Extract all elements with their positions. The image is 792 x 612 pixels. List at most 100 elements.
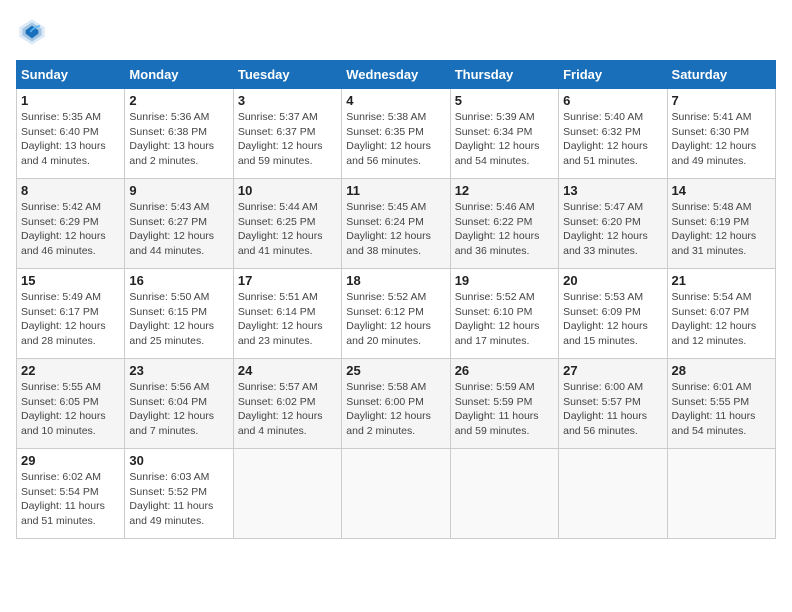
day-number: 14 <box>672 183 771 198</box>
day-info: Sunrise: 5:55 AM Sunset: 6:05 PM Dayligh… <box>21 380 120 439</box>
day-number: 5 <box>455 93 554 108</box>
day-number: 22 <box>21 363 120 378</box>
calendar-cell: 15 Sunrise: 5:49 AM Sunset: 6:17 PM Dayli… <box>17 269 125 359</box>
calendar-cell: 24Sunrise: 5:57 AM Sunset: 6:02 PM Dayli… <box>233 359 341 449</box>
calendar-cell: 10Sunrise: 5:44 AM Sunset: 6:25 PM Dayli… <box>233 179 341 269</box>
day-info: Sunrise: 5:58 AM Sunset: 6:00 PM Dayligh… <box>346 380 445 439</box>
calendar-cell: 27 Sunrise: 6:00 AM Sunset: 5:57 PM Dayli… <box>559 359 667 449</box>
dow-header-wednesday: Wednesday <box>342 61 450 89</box>
logo-icon <box>16 16 48 48</box>
calendar-cell: 23 Sunrise: 5:56 AM Sunset: 6:04 PM Dayli… <box>125 359 233 449</box>
day-info: Sunrise: 5:35 AM Sunset: 6:40 PM Dayligh… <box>21 110 120 169</box>
week-row-1: 1 Sunrise: 5:35 AM Sunset: 6:40 PM Daylig… <box>17 89 776 179</box>
day-info: Sunrise: 5:46 AM Sunset: 6:22 PM Dayligh… <box>455 200 554 259</box>
day-number: 2 <box>129 93 228 108</box>
calendar-cell <box>559 449 667 539</box>
calendar-cell: 26 Sunrise: 5:59 AM Sunset: 5:59 PM Dayli… <box>450 359 558 449</box>
calendar-table: SundayMondayTuesdayWednesdayThursdayFrid… <box>16 60 776 539</box>
calendar-cell: 25 Sunrise: 5:58 AM Sunset: 6:00 PM Dayli… <box>342 359 450 449</box>
day-info: Sunrise: 5:56 AM Sunset: 6:04 PM Dayligh… <box>129 380 228 439</box>
week-row-5: 29 Sunrise: 6:02 AM Sunset: 5:54 PM Dayli… <box>17 449 776 539</box>
calendar-cell: 4 Sunrise: 5:38 AM Sunset: 6:35 PM Daylig… <box>342 89 450 179</box>
day-number: 27 <box>563 363 662 378</box>
calendar-cell: 14 Sunrise: 5:48 AM Sunset: 6:19 PM Dayli… <box>667 179 775 269</box>
day-number: 3 <box>238 93 337 108</box>
day-number: 8 <box>21 183 120 198</box>
day-info: Sunrise: 6:02 AM Sunset: 5:54 PM Dayligh… <box>21 470 120 529</box>
calendar-cell: 29 Sunrise: 6:02 AM Sunset: 5:54 PM Dayli… <box>17 449 125 539</box>
calendar-cell: 18 Sunrise: 5:52 AM Sunset: 6:12 PM Dayli… <box>342 269 450 359</box>
day-info: Sunrise: 5:43 AM Sunset: 6:27 PM Dayligh… <box>129 200 228 259</box>
day-number: 20 <box>563 273 662 288</box>
day-info: Sunrise: 5:54 AM Sunset: 6:07 PM Dayligh… <box>672 290 771 349</box>
calendar-cell <box>450 449 558 539</box>
day-number: 16 <box>129 273 228 288</box>
day-number: 19 <box>455 273 554 288</box>
day-number: 15 <box>21 273 120 288</box>
day-number: 4 <box>346 93 445 108</box>
dow-header-thursday: Thursday <box>450 61 558 89</box>
day-number: 9 <box>129 183 228 198</box>
calendar-cell: 8 Sunrise: 5:42 AM Sunset: 6:29 PM Daylig… <box>17 179 125 269</box>
page-header <box>16 16 776 48</box>
calendar-cell: 7 Sunrise: 5:41 AM Sunset: 6:30 PM Daylig… <box>667 89 775 179</box>
day-info: Sunrise: 5:49 AM Sunset: 6:17 PM Dayligh… <box>21 290 120 349</box>
calendar-cell <box>342 449 450 539</box>
day-number: 29 <box>21 453 120 468</box>
day-number: 25 <box>346 363 445 378</box>
day-info: Sunrise: 5:50 AM Sunset: 6:15 PM Dayligh… <box>129 290 228 349</box>
calendar-cell: 6 Sunrise: 5:40 AM Sunset: 6:32 PM Daylig… <box>559 89 667 179</box>
calendar-cell: 21 Sunrise: 5:54 AM Sunset: 6:07 PM Dayli… <box>667 269 775 359</box>
calendar-cell: 3 Sunrise: 5:37 AM Sunset: 6:37 PM Daylig… <box>233 89 341 179</box>
day-info: Sunrise: 6:00 AM Sunset: 5:57 PM Dayligh… <box>563 380 662 439</box>
calendar-cell: 1 Sunrise: 5:35 AM Sunset: 6:40 PM Daylig… <box>17 89 125 179</box>
calendar-cell: 9 Sunrise: 5:43 AM Sunset: 6:27 PM Daylig… <box>125 179 233 269</box>
day-number: 6 <box>563 93 662 108</box>
calendar-cell: 28 Sunrise: 6:01 AM Sunset: 5:55 PM Dayli… <box>667 359 775 449</box>
dow-header-tuesday: Tuesday <box>233 61 341 89</box>
day-number: 11 <box>346 183 445 198</box>
day-number: 12 <box>455 183 554 198</box>
calendar-cell: 19 Sunrise: 5:52 AM Sunset: 6:10 PM Dayli… <box>450 269 558 359</box>
day-info: Sunrise: 5:37 AM Sunset: 6:37 PM Dayligh… <box>238 110 337 169</box>
day-info: Sunrise: 5:42 AM Sunset: 6:29 PM Dayligh… <box>21 200 120 259</box>
week-row-3: 15 Sunrise: 5:49 AM Sunset: 6:17 PM Dayli… <box>17 269 776 359</box>
week-row-2: 8 Sunrise: 5:42 AM Sunset: 6:29 PM Daylig… <box>17 179 776 269</box>
day-info: Sunrise: 5:52 AM Sunset: 6:10 PM Dayligh… <box>455 290 554 349</box>
dow-header-monday: Monday <box>125 61 233 89</box>
day-info: Sunrise: 5:38 AM Sunset: 6:35 PM Dayligh… <box>346 110 445 169</box>
day-number: 18 <box>346 273 445 288</box>
day-number: 23 <box>129 363 228 378</box>
day-info: Sunrise: 5:40 AM Sunset: 6:32 PM Dayligh… <box>563 110 662 169</box>
day-info: Sunrise: 5:53 AM Sunset: 6:09 PM Dayligh… <box>563 290 662 349</box>
day-number: 21 <box>672 273 771 288</box>
day-info: Sunrise: 5:52 AM Sunset: 6:12 PM Dayligh… <box>346 290 445 349</box>
day-number: 26 <box>455 363 554 378</box>
calendar-cell: 17 Sunrise: 5:51 AM Sunset: 6:14 PM Dayli… <box>233 269 341 359</box>
day-number: 17 <box>238 273 337 288</box>
day-number: 7 <box>672 93 771 108</box>
days-of-week-row: SundayMondayTuesdayWednesdayThursdayFrid… <box>17 61 776 89</box>
calendar-cell: 13Sunrise: 5:47 AM Sunset: 6:20 PM Dayli… <box>559 179 667 269</box>
day-number: 28 <box>672 363 771 378</box>
week-row-4: 22 Sunrise: 5:55 AM Sunset: 6:05 PM Dayli… <box>17 359 776 449</box>
calendar-cell: 5 Sunrise: 5:39 AM Sunset: 6:34 PM Daylig… <box>450 89 558 179</box>
calendar-cell: 16 Sunrise: 5:50 AM Sunset: 6:15 PM Dayli… <box>125 269 233 359</box>
day-info: Sunrise: 5:36 AM Sunset: 6:38 PM Dayligh… <box>129 110 228 169</box>
calendar-cell <box>667 449 775 539</box>
calendar-cell <box>233 449 341 539</box>
day-info: Sunrise: 6:03 AM Sunset: 5:52 PM Dayligh… <box>129 470 228 529</box>
day-info: Sunrise: 6:01 AM Sunset: 5:55 PM Dayligh… <box>672 380 771 439</box>
day-info: Sunrise: 5:41 AM Sunset: 6:30 PM Dayligh… <box>672 110 771 169</box>
day-info: Sunrise: 5:39 AM Sunset: 6:34 PM Dayligh… <box>455 110 554 169</box>
day-number: 24 <box>238 363 337 378</box>
logo <box>16 16 52 48</box>
day-info: Sunrise: 5:45 AM Sunset: 6:24 PM Dayligh… <box>346 200 445 259</box>
day-info: Sunrise: 5:59 AM Sunset: 5:59 PM Dayligh… <box>455 380 554 439</box>
dow-header-sunday: Sunday <box>17 61 125 89</box>
day-number: 1 <box>21 93 120 108</box>
dow-header-saturday: Saturday <box>667 61 775 89</box>
day-info: Sunrise: 5:48 AM Sunset: 6:19 PM Dayligh… <box>672 200 771 259</box>
day-info: Sunrise: 5:51 AM Sunset: 6:14 PM Dayligh… <box>238 290 337 349</box>
day-number: 10 <box>238 183 337 198</box>
